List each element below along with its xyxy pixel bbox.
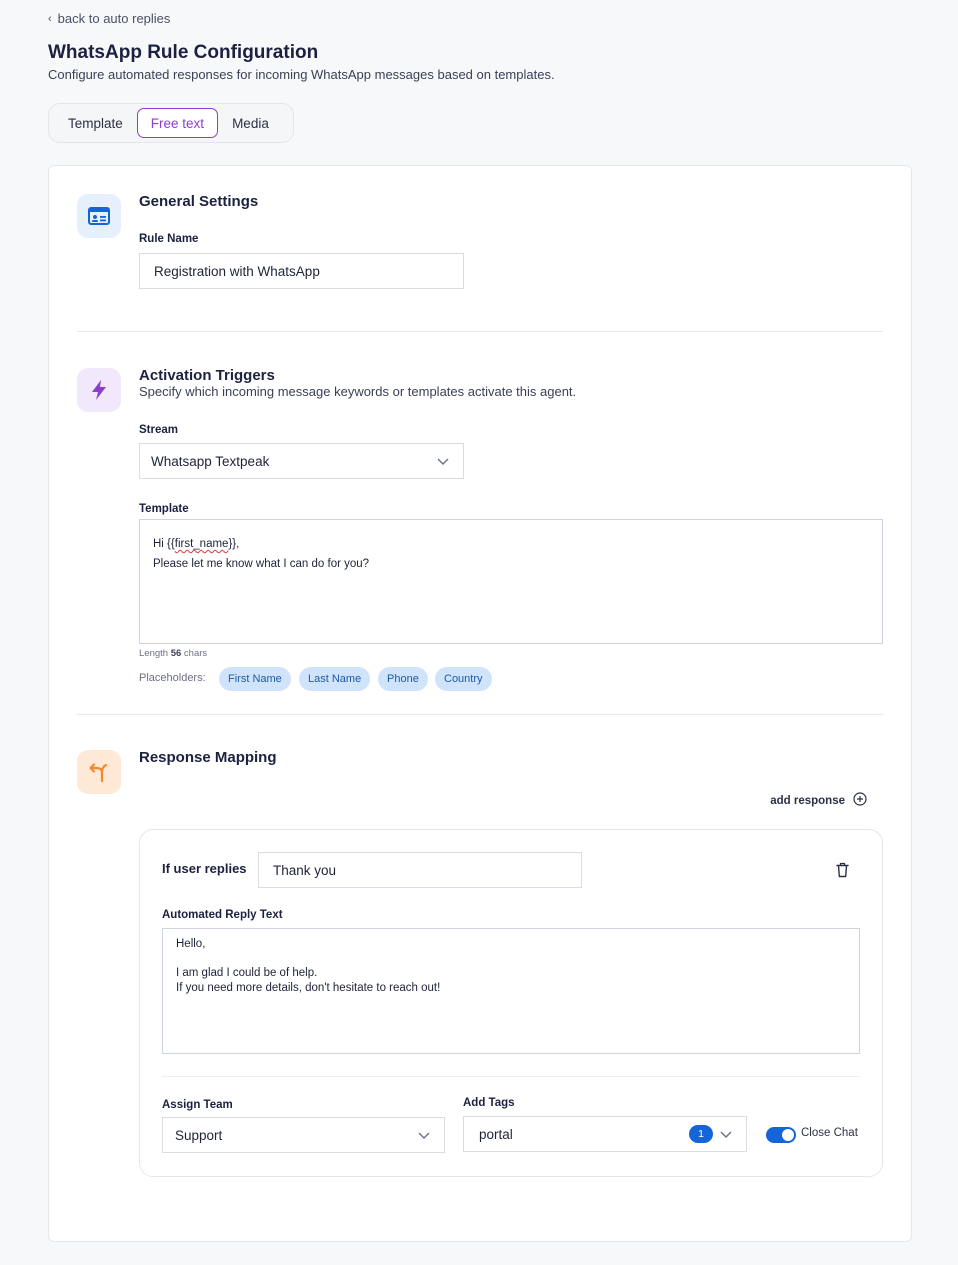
trash-icon[interactable]	[836, 862, 849, 883]
plus-circle-icon	[853, 792, 867, 809]
activation-triggers-description: Specify which incoming message keywords …	[139, 384, 577, 399]
add-response-button[interactable]: add response	[770, 792, 867, 809]
placeholder-chip-first-name[interactable]: First Name	[219, 667, 291, 691]
activation-triggers-title: Activation Triggers	[139, 367, 275, 384]
placeholder-chip-phone[interactable]: Phone	[378, 667, 428, 691]
divider	[162, 1076, 860, 1077]
length-counter: Length 56 chars	[139, 648, 208, 659]
add-tags-label: Add Tags	[463, 1097, 515, 1109]
rule-name-input[interactable]: Registration with WhatsApp	[139, 253, 464, 289]
back-link[interactable]: ‹ back to auto replies	[48, 11, 170, 26]
divider	[77, 331, 883, 332]
assign-team-value: Support	[175, 1127, 223, 1143]
placeholder-chip-country[interactable]: Country	[435, 667, 492, 691]
placeholders-label: Placeholders:	[139, 672, 206, 684]
tab-free-text[interactable]: Free text	[136, 108, 219, 138]
stream-label: Stream	[139, 424, 178, 436]
template-line-1: Hi {{first_name}},	[153, 538, 240, 550]
lightning-icon	[77, 368, 121, 412]
add-response-label: add response	[770, 794, 845, 807]
first-name-variable: first_name	[174, 538, 229, 550]
rule-name-label: Rule Name	[139, 233, 199, 245]
divider	[77, 714, 883, 715]
if-user-replies-label: If user replies	[162, 861, 247, 876]
general-settings-title: General Settings	[139, 193, 259, 210]
template-textarea[interactable]: Hi {{first_name}}, Please let me know wh…	[139, 519, 883, 644]
template-line-2: Please let me know what I can do for you…	[153, 558, 370, 570]
close-chat-label: Close Chat	[801, 1127, 858, 1139]
id-card-icon	[77, 194, 121, 238]
add-tags-value: portal	[479, 1126, 513, 1142]
automated-reply-textarea[interactable]: Hello, I am glad I could be of help. If …	[162, 928, 860, 1054]
if-user-replies-input[interactable]: Thank you	[258, 852, 582, 888]
automated-reply-text-label: Automated Reply Text	[162, 909, 283, 921]
tab-template[interactable]: Template	[54, 108, 137, 138]
chevron-down-icon	[418, 1128, 430, 1143]
tags-count-badge: 1	[689, 1125, 713, 1143]
placeholder-chip-last-name[interactable]: Last Name	[299, 667, 371, 691]
stream-select-value: Whatsapp Textpeak	[151, 453, 270, 469]
tab-media[interactable]: Media	[218, 108, 283, 138]
response-item: If user replies Thank you Automated Repl…	[139, 829, 883, 1177]
back-link-label: back to auto replies	[57, 11, 171, 26]
page-subtitle: Configure automated responses for incomi…	[48, 67, 555, 82]
close-chat-toggle[interactable]	[766, 1127, 796, 1143]
page-title: WhatsApp Rule Configuration	[48, 42, 319, 63]
assign-team-label: Assign Team	[162, 1099, 233, 1111]
response-mapping-title: Response Mapping	[139, 749, 277, 766]
chevron-down-icon	[437, 454, 449, 469]
rule-config-card: General Settings Rule Name Registration …	[48, 165, 912, 1242]
branch-arrow-icon	[77, 750, 121, 794]
template-label: Template	[139, 503, 189, 515]
stream-select[interactable]: Whatsapp Textpeak	[139, 443, 464, 479]
chevron-down-icon	[720, 1127, 732, 1142]
assign-team-select[interactable]: Support	[162, 1117, 445, 1153]
rule-type-tabs: Template Free text Media	[48, 103, 294, 143]
chevron-left-icon: ‹	[48, 12, 52, 25]
